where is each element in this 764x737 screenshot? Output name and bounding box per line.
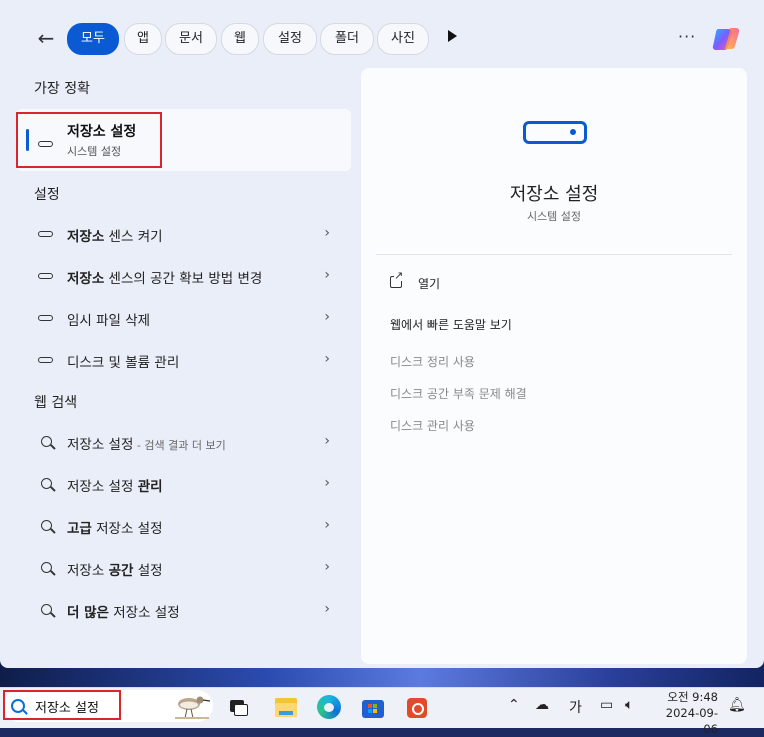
preview-subtitle: 시스템 설정 <box>526 210 582 223</box>
selection-indicator <box>26 129 29 151</box>
cloud-offline-icon[interactable]: ☁ <box>535 697 549 713</box>
search-query: 저장소 설정 <box>35 701 99 716</box>
settings-item-label: 저장소 센스의 공간 확보 방법 변경 <box>67 271 263 287</box>
filter-all[interactable]: 모두 <box>67 23 119 55</box>
chevron-right-icon: › <box>324 559 330 575</box>
settings-item[interactable]: 임시 파일 삭제 › <box>22 298 350 338</box>
web-help-link[interactable]: 웹에서 빠른 도움말 보기 <box>390 316 512 333</box>
chevron-up-icon[interactable]: ⌃ <box>508 697 520 713</box>
web-search-item-label: 저장소 설정 - 검색 결과 더 보기 <box>67 437 226 453</box>
drive-icon <box>523 121 587 144</box>
drive-icon <box>38 352 53 367</box>
open-external-icon <box>390 270 404 288</box>
chevron-right-icon: › <box>324 309 330 325</box>
settings-header: 설정 <box>34 187 60 203</box>
office-app-icon[interactable] <box>405 695 429 719</box>
clock-time: 오전 9:48 <box>667 690 718 704</box>
chevron-right-icon: › <box>324 267 330 283</box>
action-link[interactable]: 디스크 정리 사용 <box>390 353 475 370</box>
chevron-right-icon: › <box>324 433 330 449</box>
web-search-item[interactable]: 저장소 설정 - 검색 결과 더 보기 › <box>22 422 350 462</box>
open-action[interactable]: 열기 <box>418 275 440 292</box>
settings-item[interactable]: 디스크 및 볼륨 관리 › <box>22 340 350 380</box>
chevron-right-icon: › <box>324 601 330 617</box>
chevron-right-icon: › <box>324 225 330 241</box>
filter-documents[interactable]: 문서 <box>165 23 217 55</box>
task-view-icon[interactable] <box>227 695 251 719</box>
more-icon[interactable]: ··· <box>678 27 696 46</box>
clock[interactable]: 오전 9:48 2024-09-06 <box>656 689 718 737</box>
taskbar: 저장소 설정 ⌃ ☁ 가 ▭ 🔈︎ 오전 9:48 2024-09-06 🔔︎ <box>0 687 764 736</box>
best-match-subtitle: 시스템 설정 <box>67 145 122 158</box>
volume-icon[interactable]: 🔈︎ <box>625 697 633 713</box>
preview-pane: 저장소 설정 시스템 설정 열기 웹에서 빠른 도움말 보기 디스크 정리 사용… <box>361 68 747 664</box>
settings-item[interactable]: 저장소 센스의 공간 확보 방법 변경 › <box>22 256 350 296</box>
web-search-item-label: 고급 저장소 설정 <box>67 521 163 537</box>
search-icon <box>41 478 52 489</box>
divider <box>376 254 732 255</box>
bell-icon[interactable]: 🔔︎ <box>728 697 746 713</box>
clock-date: 2024-09-06 <box>665 706 718 736</box>
search-icon <box>41 436 52 447</box>
file-explorer-icon[interactable] <box>274 695 298 719</box>
settings-item-label: 디스크 및 볼륨 관리 <box>67 355 180 371</box>
drive-icon <box>38 310 53 325</box>
ime-indicator[interactable]: 가 <box>569 697 582 717</box>
search-panel: ← 모두 앱 문서 웹 설정 폴더 사진 ··· 가장 정확 저장소 설정 시스… <box>0 0 764 668</box>
filter-folders[interactable]: 폴더 <box>320 23 374 55</box>
filter-settings[interactable]: 설정 <box>263 23 317 55</box>
search-icon <box>11 699 25 713</box>
web-search-item-label: 저장소 설정 관리 <box>67 479 163 495</box>
bird-icon <box>175 696 211 719</box>
search-icon <box>41 604 52 615</box>
chevron-right-icon: › <box>324 351 330 367</box>
web-search-item[interactable]: 더 많은 저장소 설정 › <box>22 590 350 630</box>
copilot-icon[interactable] <box>712 25 742 53</box>
drive-icon <box>38 268 53 283</box>
filter-web[interactable]: 웹 <box>221 23 259 55</box>
network-icon[interactable]: ▭ <box>600 697 613 713</box>
web-search-item-label: 저장소 공간 설정 <box>67 563 163 579</box>
web-search-item[interactable]: 저장소 공간 설정 › <box>22 548 350 588</box>
chevron-right-icon: › <box>324 475 330 491</box>
action-link[interactable]: 디스크 공간 부족 문제 해결 <box>390 385 527 402</box>
chevron-right-icon: › <box>324 517 330 533</box>
web-search-header: 웹 검색 <box>34 395 78 411</box>
taskbar-search-box[interactable]: 저장소 설정 <box>3 690 213 722</box>
filter-apps[interactable]: 앱 <box>124 23 162 55</box>
edge-browser-icon[interactable] <box>317 695 341 719</box>
web-search-item[interactable]: 고급 저장소 설정 › <box>22 506 350 546</box>
preview-title: 저장소 설정 <box>509 184 599 205</box>
best-match-item[interactable]: 저장소 설정 시스템 설정 <box>16 109 351 171</box>
play-icon[interactable] <box>448 30 457 42</box>
back-arrow-icon[interactable]: ← <box>34 26 58 50</box>
web-search-item-label: 더 많은 저장소 설정 <box>67 605 180 621</box>
search-icon <box>41 520 52 531</box>
store-icon[interactable] <box>361 695 385 719</box>
settings-item[interactable]: 저장소 센스 켜기 › <box>22 214 350 254</box>
best-match-header: 가장 정확 <box>34 81 90 97</box>
drive-icon <box>38 136 53 151</box>
web-search-item[interactable]: 저장소 설정 관리 › <box>22 464 350 504</box>
filter-photos[interactable]: 사진 <box>377 23 429 55</box>
search-icon <box>41 562 52 573</box>
settings-item-label: 저장소 센스 켜기 <box>67 229 163 245</box>
action-link[interactable]: 디스크 관리 사용 <box>390 417 475 434</box>
best-match-title: 저장소 설정 <box>67 124 137 140</box>
settings-item-label: 임시 파일 삭제 <box>67 313 151 329</box>
drive-icon <box>38 226 53 241</box>
